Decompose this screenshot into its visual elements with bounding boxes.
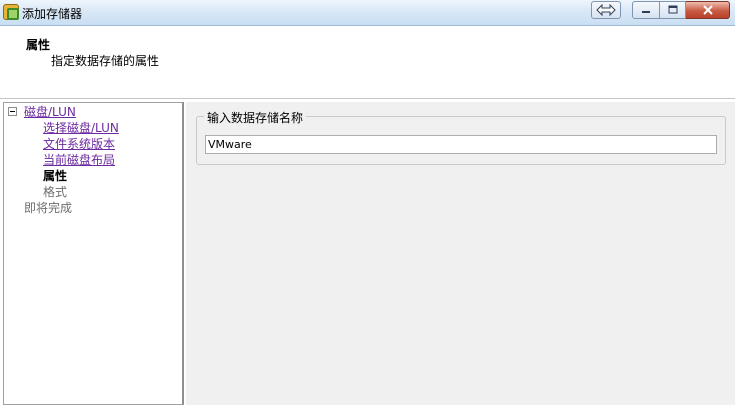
title-bar[interactable]: 添加存储器 (0, 0, 735, 26)
page-subtitle: 指定数据存储的属性 (51, 54, 160, 68)
datastore-name-group: 输入数据存储名称 (196, 109, 726, 165)
minimize-button[interactable] (632, 1, 660, 19)
maximize-icon (668, 5, 677, 14)
nav-item-current-disk-layout[interactable]: 当前磁盘布局 (43, 153, 115, 167)
vsphere-app-icon (3, 4, 19, 20)
nav-item-ready-to-complete: 即将完成 (24, 201, 73, 215)
nav-item-formatting: 格式 (43, 185, 68, 199)
wizard-content: 输入数据存储名称 (186, 102, 735, 405)
nav-item-select-disk-lun[interactable]: 选择磁盘/LUN (43, 121, 119, 135)
datastore-name-group-label: 输入数据存储名称 (204, 109, 307, 126)
page-title: 属性 (26, 38, 51, 52)
datastore-name-input[interactable] (205, 135, 717, 154)
window-controls (632, 1, 732, 19)
close-icon (702, 5, 713, 15)
wizard-header: 属性 指定数据存储的属性 (0, 27, 735, 99)
nav-item-properties: 属性 (43, 169, 68, 183)
maximize-button[interactable] (660, 1, 686, 19)
nav-item-disk-lun[interactable]: 磁盘/LUN (24, 105, 76, 119)
wizard-steps-nav: 磁盘/LUN 选择磁盘/LUN 文件系统版本 当前磁盘布局 属性 格式 即将完成 (3, 102, 184, 405)
collapse-tree-icon[interactable] (8, 107, 17, 116)
switch-view-icon (596, 4, 616, 16)
close-button[interactable] (686, 1, 730, 19)
minimize-icon (642, 11, 650, 13)
window-title: 添加存储器 (22, 7, 83, 21)
switch-view-button[interactable] (591, 1, 621, 19)
nav-item-file-system-version[interactable]: 文件系统版本 (43, 137, 115, 151)
